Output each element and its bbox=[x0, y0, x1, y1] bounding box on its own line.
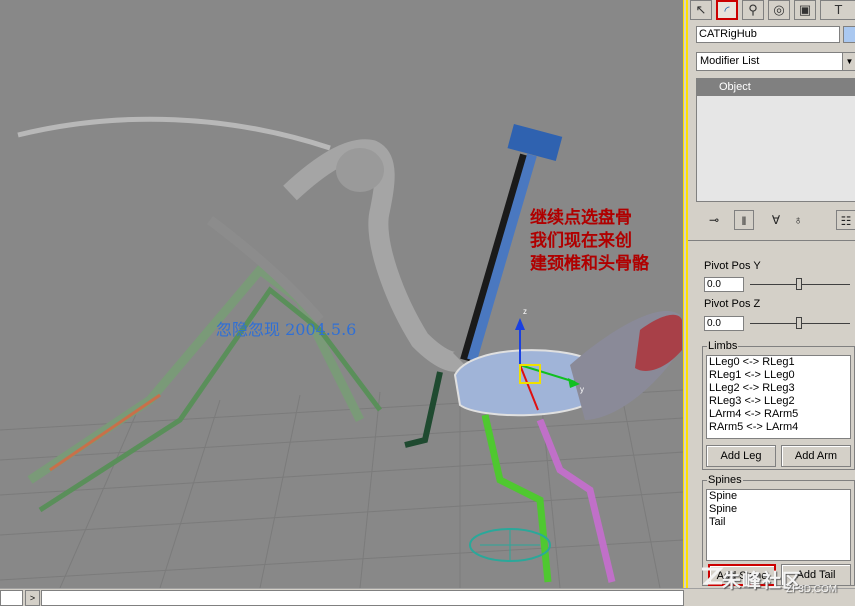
create-tab-pointer-icon[interactable]: ↖ bbox=[690, 0, 712, 20]
make-unique-icon[interactable]: ∀ bbox=[766, 210, 786, 230]
pivot-rollout: Pivot Pos Y 0.0 Pivot Pos Z 0.0 bbox=[700, 258, 855, 338]
spines-group-title: Spines bbox=[707, 474, 743, 486]
perspective-viewport[interactable]: z y 继续点选盘骨 我们现在来创 建颈椎和头骨骼 忽隐忽现 2004.5.6 bbox=[0, 0, 684, 588]
site-logo-icon bbox=[702, 567, 724, 585]
scroll-track[interactable] bbox=[41, 590, 684, 606]
spines-list[interactable]: Spine Spine Tail bbox=[706, 489, 851, 561]
add-arm-button[interactable]: Add Arm bbox=[781, 445, 851, 467]
head-shape bbox=[336, 148, 384, 192]
stack-toolbar: ⊸ ‖ ∀ ♁ ☷ bbox=[696, 208, 855, 234]
list-item[interactable]: RLeg1 <-> LLeg0 bbox=[707, 369, 850, 382]
chevron-down-icon[interactable]: ▼ bbox=[842, 53, 855, 70]
pivot-y-spinner[interactable]: 0.0 bbox=[704, 277, 744, 292]
pivot-y-label: Pivot Pos Y bbox=[704, 260, 761, 272]
pivot-z-label: Pivot Pos Z bbox=[704, 298, 761, 310]
command-panel: ↖ ◜ ⚲ ◎ ▣ T CATRigHub Modifier List ▼ Ob… bbox=[686, 0, 855, 588]
utilities-tab-hammer-icon[interactable]: T bbox=[820, 0, 855, 20]
modifier-list-label: Modifier List bbox=[700, 55, 760, 67]
list-item[interactable]: LArm4 <-> RArm5 bbox=[707, 408, 850, 421]
pin-stack-icon[interactable]: ⊸ bbox=[704, 210, 724, 230]
configure-sets-icon[interactable]: ☷ bbox=[836, 210, 855, 230]
site-url-watermark: ZF3D.COM bbox=[786, 584, 838, 595]
display-tab-icon[interactable]: ▣ bbox=[794, 0, 816, 20]
motion-tab-icon[interactable]: ◎ bbox=[768, 0, 790, 20]
list-item[interactable]: RLeg3 <-> LLeg2 bbox=[707, 395, 850, 408]
list-item[interactable]: LLeg2 <-> RLeg3 bbox=[707, 382, 850, 395]
pivot-z-spinner[interactable]: 0.0 bbox=[704, 316, 744, 331]
annotation-line-1: 继续点选盘骨 bbox=[530, 208, 632, 228]
tutorial-annotation: 继续点选盘骨 我们现在来创 建颈椎和头骨骼 bbox=[530, 207, 649, 276]
list-item[interactable]: LLeg0 <-> RLeg1 bbox=[707, 356, 850, 369]
modifier-stack[interactable]: Object bbox=[696, 78, 855, 202]
annotation-line-2: 我们现在来创 bbox=[530, 231, 632, 251]
author-watermark: 忽隐忽现 2004.5.6 bbox=[216, 320, 357, 339]
limbs-list[interactable]: LLeg0 <-> RLeg1 RLeg1 <-> LLeg0 LLeg2 <-… bbox=[706, 355, 851, 439]
object-color-swatch[interactable] bbox=[843, 26, 855, 43]
pivot-z-slider-thumb[interactable] bbox=[796, 317, 802, 329]
command-panel-tabs: ↖ ◜ ⚲ ◎ ▣ T bbox=[690, 0, 855, 22]
hierarchy-tab-icon[interactable]: ⚲ bbox=[742, 0, 764, 20]
head-bone-shape bbox=[507, 123, 563, 162]
scroll-left-field[interactable] bbox=[0, 590, 23, 606]
show-end-result-icon[interactable]: ‖ bbox=[734, 210, 754, 230]
modifier-list-dropdown[interactable]: Modifier List ▼ bbox=[696, 52, 855, 71]
remove-modifier-icon[interactable]: ♁ bbox=[788, 210, 808, 230]
scroll-right-arrow-icon[interactable]: > bbox=[25, 590, 40, 606]
object-name-field[interactable]: CATRigHub bbox=[696, 26, 840, 43]
modify-tab-arc-icon[interactable]: ◜ bbox=[716, 0, 738, 20]
limbs-group-title: Limbs bbox=[707, 340, 739, 352]
stack-item-object[interactable]: Object bbox=[697, 79, 855, 96]
pivot-y-slider-thumb[interactable] bbox=[796, 278, 802, 290]
limbs-group: Limbs LLeg0 <-> RLeg1 RLeg1 <-> LLeg0 LL… bbox=[702, 340, 855, 470]
annotation-line-3: 建颈椎和头骨骼 bbox=[530, 254, 649, 274]
list-item[interactable]: Spine bbox=[707, 503, 850, 516]
viewport-scene: z y bbox=[0, 116, 683, 588]
panel-divider bbox=[688, 240, 855, 250]
add-leg-button[interactable]: Add Leg bbox=[706, 445, 776, 467]
gizmo-y-label: y bbox=[580, 385, 584, 394]
gizmo-z-label: z bbox=[523, 307, 527, 316]
list-item[interactable]: Spine bbox=[707, 490, 850, 503]
list-item[interactable]: Tail bbox=[707, 516, 850, 529]
antenna-shape bbox=[17, 116, 331, 151]
list-item[interactable]: RArm5 <-> LArm4 bbox=[707, 421, 850, 434]
